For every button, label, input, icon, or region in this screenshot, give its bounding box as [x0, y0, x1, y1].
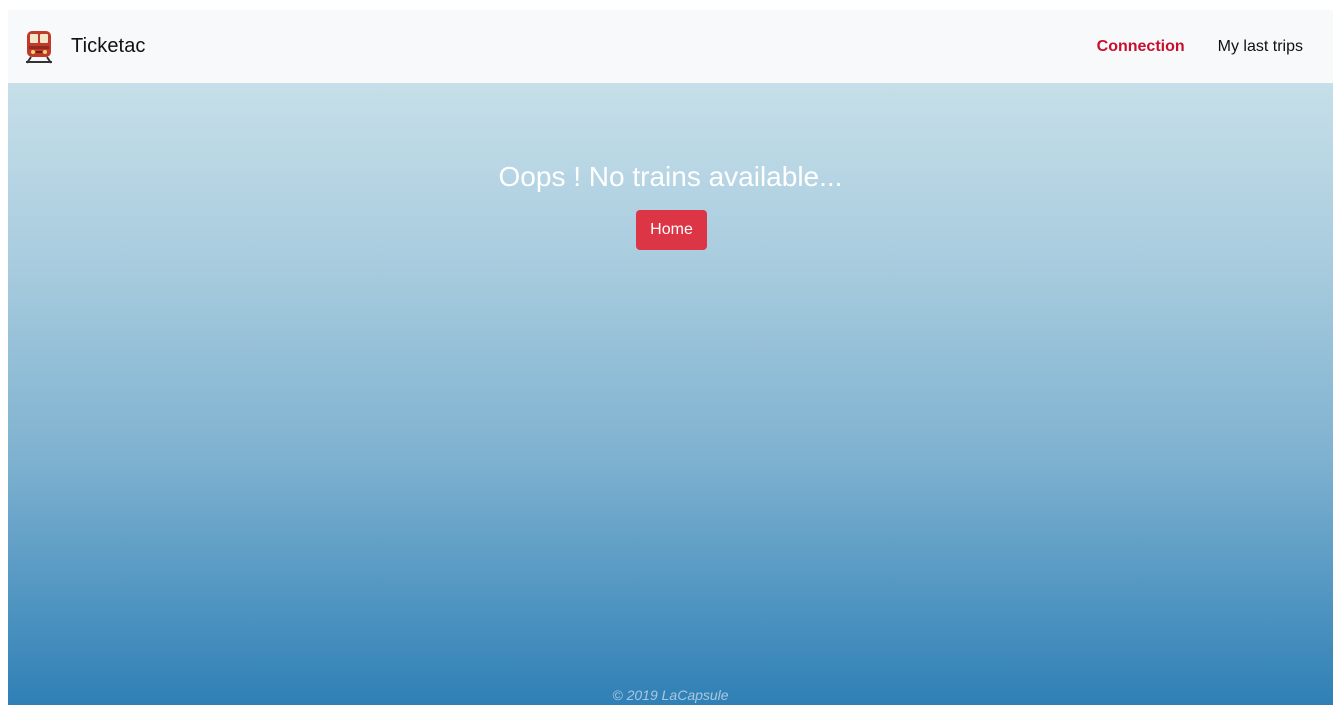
footer-copyright: © 2019 LaCapsule: [612, 687, 729, 703]
brand-name: Ticketac: [71, 35, 146, 57]
home-button[interactable]: Home: [636, 210, 707, 250]
navbar: Ticketac Connection My last trips: [8, 10, 1333, 83]
train-icon: [24, 30, 54, 64]
no-trains-message: Oops ! No trains available...: [498, 161, 843, 192]
nav-link-my-last-trips[interactable]: My last trips: [1218, 30, 1303, 64]
brand-link[interactable]: Ticketac: [24, 10, 146, 83]
main-content: Oops ! No trains available... Home © 201…: [8, 83, 1333, 705]
nav-link-connection[interactable]: Connection: [1097, 30, 1185, 64]
app-frame: Ticketac Connection My last trips Oops !…: [8, 10, 1333, 705]
nav-links: Connection My last trips: [1097, 10, 1333, 83]
